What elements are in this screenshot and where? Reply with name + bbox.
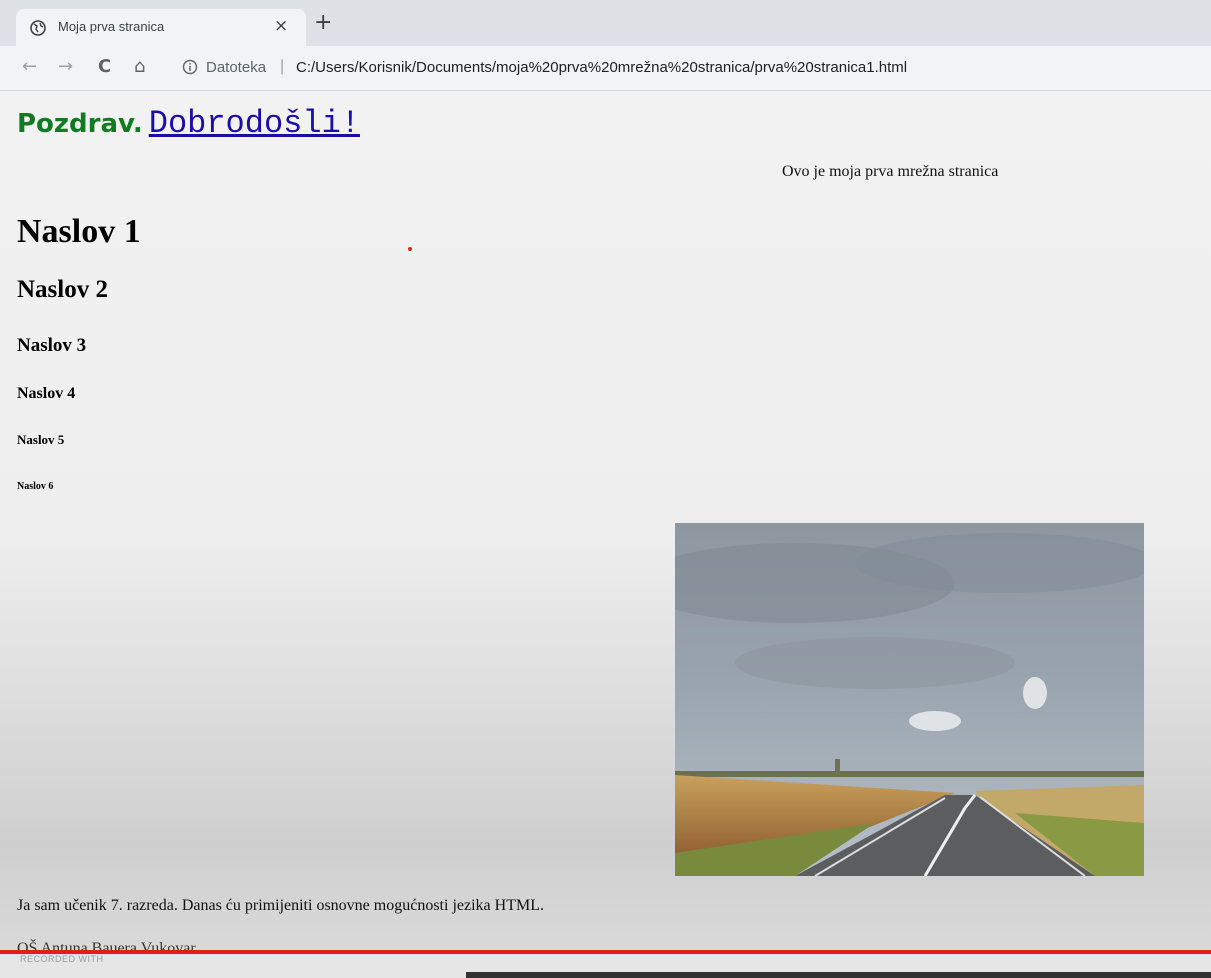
intro-paragraph: Ja sam učenik 7. razreda. Danas ću primi… [17,897,544,914]
scheme-label: Datoteka [206,59,267,76]
video-controls-strip [466,972,1211,978]
heading-4: Naslov 4 [17,385,76,402]
browser-toolbar: ← → C ⌂ Datoteka | C:/Users/Korisnik/Doc… [0,46,1211,91]
reload-icon[interactable]: C [98,56,111,77]
recorder-watermark: RECORDED WITH [20,954,104,964]
heading-5: Naslov 5 [17,432,65,447]
address-bar[interactable]: Datoteka | C:/Users/Korisnik/Documents/m… [172,52,1202,84]
road-landscape-image [675,523,1144,876]
tab-strip: Moja prva stranica × + [0,0,1211,47]
globe-icon [30,20,46,36]
address-separator: | [280,58,285,75]
url-text[interactable]: C:/Users/Korisnik/Documents/moja%20prva%… [296,59,907,76]
welcome-link[interactable]: Dobrodošli! [149,105,360,142]
close-tab-icon[interactable]: × [274,16,288,36]
tab-title: Moja prva stranica [58,19,165,34]
home-icon[interactable]: ⌂ [134,56,145,77]
heading-2: Naslov 2 [17,276,108,303]
back-icon[interactable]: ← [22,56,37,77]
new-tab-button[interactable]: + [314,12,332,34]
cursor-dot [408,247,412,251]
info-icon[interactable] [182,59,198,75]
heading-6: Naslov 6 [17,481,54,492]
greeting-text: Pozdrav. [17,109,143,139]
browser-tab[interactable]: Moja prva stranica × [16,9,306,47]
video-bottom-strip [0,954,1211,978]
heading-1: Naslov 1 [17,213,141,250]
page-viewport: Pozdrav. Dobrodošli! Ovo je moja prva mre… [0,91,1211,978]
forward-icon[interactable]: → [58,56,73,77]
page-subtitle: Ovo je moja prva mrežna stranica [782,163,999,180]
greeting-line: Pozdrav. Dobrodošli! [17,105,360,142]
heading-3: Naslov 3 [17,335,87,356]
